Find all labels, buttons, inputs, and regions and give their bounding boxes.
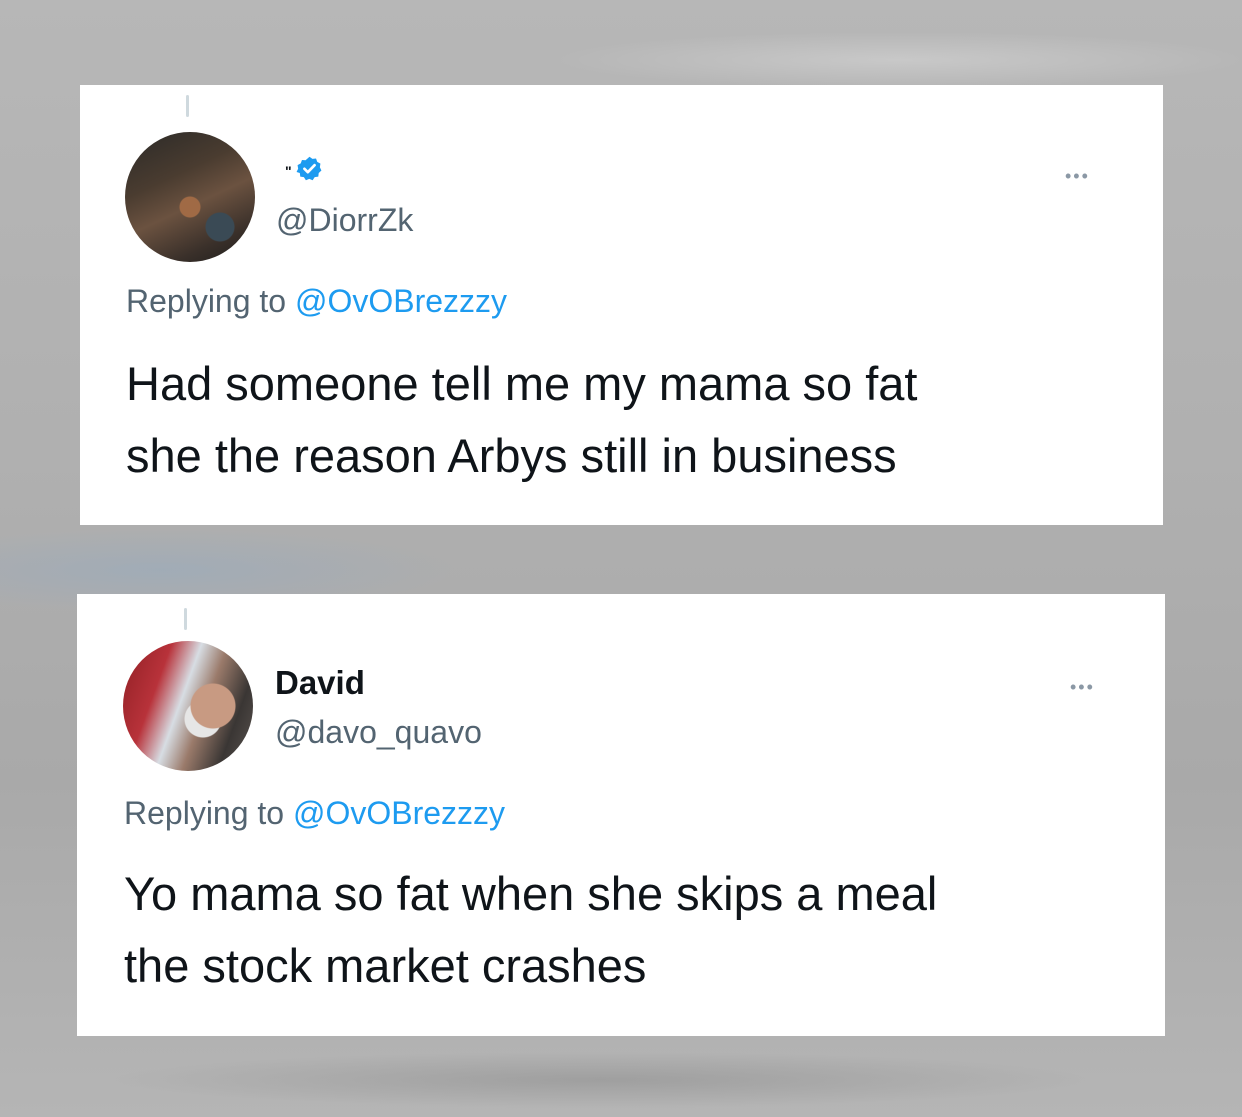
- author-handle[interactable]: @DiorrZk: [276, 202, 413, 239]
- more-options-icon[interactable]: •••: [1070, 678, 1095, 696]
- replying-to-line: Replying to @OvOBrezzzy: [124, 795, 505, 832]
- display-name-fragment: ": [285, 163, 292, 179]
- replying-to-mention[interactable]: @OvOBrezzzy: [295, 283, 507, 319]
- avatar[interactable]: [125, 132, 255, 262]
- thread-connector-line: [186, 95, 189, 117]
- replying-to-label: Replying to: [126, 283, 287, 319]
- tweet-text-line: Yo mama so fat when she skips a meal: [124, 867, 938, 920]
- tweet-text: Had someone tell me my mama so fat she t…: [126, 348, 917, 492]
- replying-to-mention[interactable]: @OvOBrezzzy: [293, 795, 505, 831]
- tweet-text: Yo mama so fat when she skips a meal the…: [124, 858, 937, 1002]
- tweet-text-line: the stock market crashes: [124, 939, 647, 992]
- tweet-text-line: Had someone tell me my mama so fat: [126, 357, 918, 410]
- verified-badge-icon: [296, 155, 323, 187]
- replying-to-label: Replying to: [124, 795, 285, 831]
- avatar[interactable]: [123, 641, 253, 771]
- thread-connector-line: [184, 608, 187, 630]
- author-handle[interactable]: @davo_quavo: [275, 714, 482, 751]
- more-options-icon[interactable]: •••: [1065, 167, 1090, 185]
- tweet-text-line: she the reason Arbys still in business: [126, 429, 897, 482]
- author-name-row: David: [275, 664, 365, 702]
- display-name[interactable]: David: [275, 664, 365, 702]
- tweet-card[interactable]: David @davo_quavo ••• Replying to @OvOBr…: [77, 594, 1165, 1036]
- author-name-row: ": [285, 155, 323, 187]
- tweet-card[interactable]: " @DiorrZk ••• Replying to @OvOBrezzzy H…: [80, 85, 1163, 525]
- replying-to-line: Replying to @OvOBrezzzy: [126, 283, 507, 320]
